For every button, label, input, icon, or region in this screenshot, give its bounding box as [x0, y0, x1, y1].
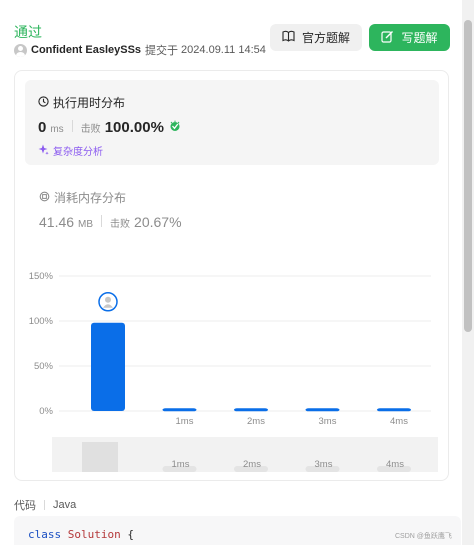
divider: [44, 500, 45, 510]
x-tick-label: 3ms: [319, 416, 337, 427]
y-tick-label: 0%: [39, 406, 53, 417]
x-tick-label: 1ms: [176, 416, 194, 427]
code-language: Java: [53, 499, 77, 511]
official-solution-label: 官方题解: [301, 31, 350, 45]
write-solution-label: 写题解: [401, 31, 438, 45]
code-block[interactable]: class Solution {: [14, 516, 461, 545]
overview-tick-label: 2ms: [243, 459, 261, 470]
status-title: 通过: [14, 24, 42, 40]
result-card: 执行用时分布 0 ms 击败 100.00% 复杂度分析 消耗内存分布 41.4…: [14, 70, 449, 481]
y-tick-label: 150%: [29, 271, 54, 282]
range-selector-handle: [82, 442, 118, 472]
overview-tick-label: 4ms: [386, 459, 404, 470]
submitted-prefix: 提交于: [145, 45, 179, 57]
user-avatar-head: [105, 296, 111, 303]
edit-icon: [381, 30, 394, 46]
submission-meta: Confident EasleySSs 提交于 2024.09.11 14:54: [14, 42, 266, 58]
y-tick-label: 100%: [29, 316, 54, 327]
code-brace: {: [127, 528, 134, 541]
y-tick-label: 50%: [34, 361, 54, 372]
chart-bar: [377, 408, 411, 412]
overview-tick-label: 1ms: [172, 459, 190, 470]
chart-bar: [162, 408, 197, 412]
x-tick-label: 4ms: [390, 416, 408, 427]
write-solution-button[interactable]: 写题解: [369, 24, 450, 51]
code-keyword: class: [28, 528, 62, 541]
x-tick-label: 2ms: [247, 416, 265, 427]
avatar[interactable]: [14, 43, 27, 57]
chart-bar: [234, 408, 268, 412]
chart-bar: [91, 322, 125, 411]
scrollbar-thumb[interactable]: [464, 20, 472, 332]
book-icon: [282, 30, 295, 45]
code-label-row: 代码 Java: [14, 497, 76, 513]
username[interactable]: Confident EasleySSs: [31, 44, 141, 56]
chart-bar: [305, 408, 340, 412]
runtime-distribution-chart[interactable]: 0% 50% 100% 150% 1ms 2ms 3ms 4ms 1ms 2ms 3ms 4ms: [15, 71, 450, 482]
code-line: class Solution {: [28, 528, 134, 541]
code-class-name: Solution: [67, 528, 121, 541]
watermark: CSDN @鱼跃鹰飞: [395, 533, 452, 540]
overview-tick-label: 3ms: [315, 459, 333, 470]
submitted-time: 2024.09.11 14:54: [181, 44, 266, 56]
official-solution-button[interactable]: 官方题解: [270, 24, 362, 51]
code-label: 代码: [14, 500, 36, 512]
